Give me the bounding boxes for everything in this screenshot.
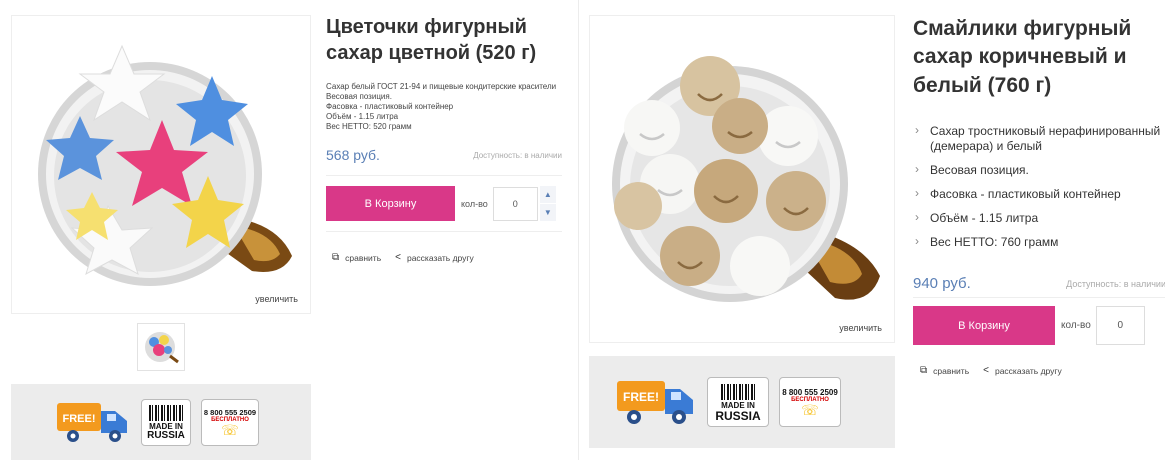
share-icon: < [983,365,989,377]
description-line: Фасовка - пластиковый контейнер [326,102,454,111]
smiley-sugar-cup-image [612,56,880,302]
quantity-label: кол-во [461,198,488,209]
availability-status: Доступность: в наличии [1066,278,1165,289]
quantity-stepper: ▲ ▼ [539,186,556,221]
barcode-icon [149,405,183,421]
description-line: Весовая позиция. [326,92,392,101]
compare-link[interactable]: ⧉ сравнить [332,252,381,263]
benefits-badges: FREE! MADE IN RUSSIA 8 800 555 2509 БЕСП… [11,384,311,460]
flower-sugar-cup-image [38,44,292,286]
barcode-icon [721,384,755,400]
phone-icon: ☏ [801,401,819,418]
zoom-link[interactable]: увеличить [255,294,298,304]
free-phone-badge[interactable]: 8 800 555 2509 БЕСПЛАТНО ☏ [201,398,259,446]
product-info: Смайлики фигурный сахар коричневый и бел… [913,15,1165,376]
product-image[interactable]: увеличить [11,15,311,314]
free-phone-badge[interactable]: 8 800 555 2509 БЕСПЛАТНО ☏ [779,377,841,427]
phone-icon: ☏ [221,421,239,438]
free-label: FREE! [63,413,96,425]
free-delivery-truck-icon: FREE! [57,399,131,445]
benefits-badges: FREE! MADE IN RUSSIA 8 800 555 2509 БЕСП… [589,356,895,448]
description-line: Сахар белый ГОСТ 21-94 и пищевые кондите… [326,82,557,91]
phone-number: 8 800 555 2509 [782,387,838,397]
free-label: FREE! [623,390,659,404]
price: 568 руб. [326,147,380,163]
zoom-link[interactable]: увеличить [839,323,882,333]
feature-item: › Фасовка - пластиковый контейнер [915,186,1121,202]
quantity-input[interactable] [1095,306,1145,346]
availability-status: Доступность: в наличии [473,150,562,160]
share-label: рассказать другу [406,252,474,263]
made-in-russia-badge: MADE IN RUSSIA [707,377,769,427]
feature-item: › Вес НЕТТО: 760 грамм [915,234,1059,250]
share-icon: < [395,252,401,263]
add-to-cart-button[interactable]: В Корзину [913,306,1055,346]
share-link[interactable]: < рассказать другу [395,252,474,263]
price: 940 руб. [913,275,971,293]
product-actions: ⧉ сравнить < рассказать другу [326,252,562,263]
buy-row: В Корзину кол-во ▲ ▼ [326,186,562,232]
feature-item: › Объём - 1.15 литра [915,210,1039,226]
compare-label: сравнить [345,252,382,263]
chevron-right-icon: › [915,123,919,138]
description-line: Вес НЕТТО: 520 грамм [326,122,412,131]
chevron-right-icon: › [915,162,919,177]
product-info: Цветочки фигурный сахар цветной (520 г) … [326,14,562,263]
description-line: Объём - 1.15 литра [326,112,399,121]
compare-icon: ⧉ [920,365,928,377]
feature-item: › Сахар тростниковый нерафинированный (де… [915,123,1161,154]
russia-label: RUSSIA [147,430,185,441]
phone-number: 8 800 555 2509 [203,407,257,417]
share-link[interactable]: < рассказать другу [983,365,1062,376]
product-title[interactable]: Цветочки фигурный сахар цветной (520 г) [326,14,562,66]
compare-link[interactable]: ⧉ сравнить [920,365,969,376]
decrement-icon[interactable]: ▼ [539,204,556,221]
add-to-cart-button[interactable]: В Корзину [326,186,455,221]
product-features: › Сахар тростниковый нерафинированный (де… [913,123,1165,250]
chevron-right-icon: › [915,234,919,249]
product-card-smileys: увеличить FREE! MADE IN RUSSIA 8 800 555… [578,0,1165,460]
price-row: 940 руб. Доступность: в наличии [913,275,1165,299]
russia-label: RUSSIA [715,409,761,423]
product-actions: ⧉ сравнить < рассказать другу [913,365,1165,376]
product-card-flowers: увеличить FREE! MADE IN RUSSIA 8 800 555… [0,0,578,460]
product-image[interactable]: увеличить [589,15,895,343]
share-label: рассказать другу [994,365,1062,376]
product-description: Сахар белый ГОСТ 21-94 и пищевые кондите… [326,82,562,132]
price-row: 568 руб. Доступность: в наличии [326,147,562,176]
buy-row: В Корзину кол-во [913,306,1165,346]
feature-item: › Весовая позиция. [915,162,1029,178]
compare-label: сравнить [933,365,970,376]
product-thumbnail[interactable] [137,323,185,371]
quantity-input[interactable] [492,186,538,221]
quantity-label: кол-во [1061,320,1091,332]
flower-sugar-thumbnail-icon [145,332,179,364]
chevron-right-icon: › [915,186,919,201]
increment-icon[interactable]: ▲ [539,186,556,203]
chevron-right-icon: › [915,210,919,225]
product-title[interactable]: Смайлики фигурный сахар коричневый и бел… [913,15,1165,100]
made-in-russia-badge: MADE IN RUSSIA [141,398,191,446]
compare-icon: ⧉ [332,252,340,263]
free-delivery-truck-icon: FREE! [617,377,697,427]
